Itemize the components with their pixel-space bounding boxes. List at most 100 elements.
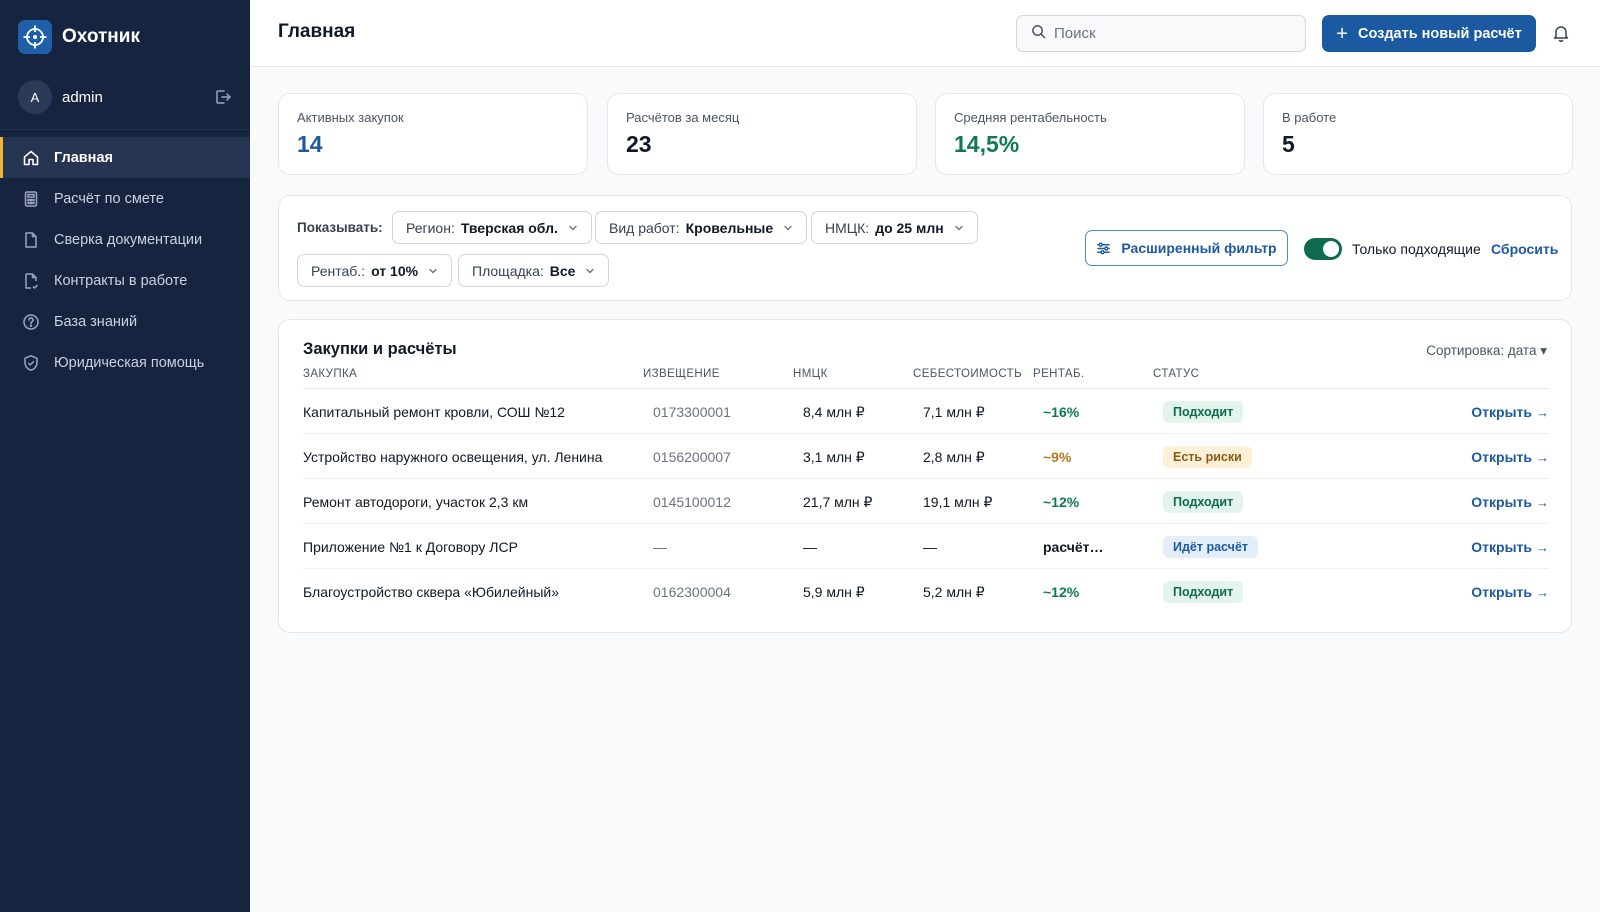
filter-nmck[interactable]: НМЦК: до 25 млн — [811, 211, 978, 244]
filter-work-type[interactable]: Вид работ: Кровельные — [595, 211, 808, 244]
column-header: Закупка — [303, 368, 358, 380]
sidebar-nav: Главная Расчёт по смете Сверка документа… — [0, 137, 250, 383]
search-box[interactable] — [1016, 15, 1306, 52]
home-icon — [22, 149, 40, 167]
table-row[interactable]: Капитальный ремонт кровли, СОШ №12 01733… — [303, 390, 1549, 434]
table-row[interactable]: Устройство наружного освещения, ул. Лени… — [303, 435, 1549, 479]
table-row[interactable]: Приложение №1 к Договору ЛСР — — — расчё… — [303, 525, 1549, 569]
chevron-down-icon — [586, 268, 595, 273]
matching-only-toggle[interactable] — [1304, 238, 1342, 260]
filter-label: Вид работ: — [609, 219, 680, 236]
advanced-filter-button[interactable]: Расширенный фильтр — [1085, 230, 1288, 266]
cost-value: — — [923, 539, 937, 555]
open-link[interactable]: Открыть → — [1471, 404, 1549, 420]
create-calculation-button[interactable]: + Создать новый расчёт — [1322, 15, 1536, 52]
column-header: Извещение — [643, 368, 720, 380]
notice-number: 0162300004 — [653, 584, 731, 600]
sidebar-item-estimate[interactable]: Расчёт по смете — [0, 178, 250, 219]
chevron-down-icon — [784, 225, 792, 230]
column-header: НМЦК — [793, 368, 828, 380]
filter-value: Тверская обл. — [460, 219, 558, 236]
sidebar: Охотник A admin Главная Расчёт по смете — [0, 0, 250, 912]
table-row[interactable]: Ремонт автодороги, участок 2,3 км 014510… — [303, 480, 1549, 524]
status-badge: Есть риски — [1163, 446, 1252, 468]
page-title: Главная — [278, 21, 356, 42]
sliders-icon — [1097, 242, 1111, 254]
status-badge: Подходит — [1163, 581, 1244, 603]
nmck-value: — — [803, 539, 817, 555]
open-link[interactable]: Открыть → — [1471, 539, 1549, 555]
help-circle-icon — [22, 313, 40, 331]
sidebar-item-contracts[interactable]: Контракты в работе — [0, 260, 250, 301]
open-link-label: Открыть — [1471, 539, 1532, 555]
table-row[interactable]: Благоустройство сквера «Юбилейный» 01623… — [303, 570, 1549, 614]
bell-icon[interactable] — [1551, 23, 1571, 43]
shield-check-icon — [22, 354, 40, 372]
notice-number: 0173300001 — [653, 404, 731, 420]
profitability-value: ~9% — [1043, 449, 1072, 465]
sidebar-divider — [0, 129, 250, 130]
profitability-value: ~12% — [1043, 494, 1080, 510]
arrow-right-icon: → — [1536, 450, 1549, 465]
cost-value: 19,1 млн ₽ — [923, 494, 993, 510]
stat-value: 23 — [626, 131, 652, 157]
procurement-name: Капитальный ремонт кровли, СОШ №12 — [303, 404, 565, 420]
filter-label: НМЦК: — [825, 219, 870, 236]
arrow-right-icon: → — [1536, 405, 1549, 420]
arrow-right-icon: → — [1536, 495, 1549, 510]
user-name: admin — [62, 88, 103, 106]
filter-label: Площадка: — [472, 262, 544, 279]
crosshair-logo-icon — [18, 20, 52, 54]
cost-value: 7,1 млн ₽ — [923, 404, 985, 420]
document-icon — [22, 231, 40, 249]
sidebar-item-label: Расчёт по смете — [54, 190, 164, 207]
contract-icon — [22, 272, 40, 290]
arrow-right-icon: → — [1536, 540, 1549, 555]
open-link-label: Открыть — [1471, 449, 1532, 465]
search-icon — [1031, 24, 1046, 44]
sidebar-item-label: Контракты в работе — [54, 272, 188, 289]
sidebar-item-legal-help[interactable]: Юридическая помощь — [0, 342, 250, 383]
reset-filters-link[interactable]: Сбросить — [1491, 241, 1558, 257]
filter-label: Регион: — [406, 219, 455, 236]
procurement-name: Устройство наружного освещения, ул. Лени… — [303, 449, 603, 465]
search-input[interactable] — [1054, 25, 1284, 42]
sidebar-item-docs-check[interactable]: Сверка документации — [0, 219, 250, 260]
table-header: Закупка Извещение НМЦК Себестоимость Рен… — [303, 368, 1549, 389]
sidebar-item-knowledge-base[interactable]: База знаний — [0, 301, 250, 342]
notice-number: 0156200007 — [653, 449, 731, 465]
avatar: A — [18, 80, 52, 114]
profitability-value: ~12% — [1043, 584, 1080, 600]
stat-card-monthly: Расчётов за месяц 23 — [607, 93, 917, 175]
sort-dropdown[interactable]: Сортировка: дата ▾ — [1426, 343, 1547, 359]
sidebar-item-home[interactable]: Главная — [0, 137, 250, 178]
stat-value: 5 — [1282, 131, 1295, 157]
create-calculation-label: Создать новый расчёт — [1357, 25, 1522, 42]
open-link[interactable]: Открыть → — [1471, 494, 1549, 510]
chevron-down-icon — [429, 268, 437, 273]
filter-profitability[interactable]: Рентаб.: от 10% — [297, 254, 453, 287]
filter-platform[interactable]: Площадка: Все — [458, 254, 610, 287]
procurement-name: Благоустройство сквера «Юбилейный» — [303, 584, 560, 600]
stat-card-in-progress: В работе 5 — [1263, 93, 1573, 175]
stat-card-profitability: Средняя рентабельность 14,5% — [935, 93, 1245, 175]
nmck-value: 5,9 млн ₽ — [803, 584, 865, 600]
brand[interactable]: Охотник — [18, 20, 140, 54]
sidebar-item-label: Главная — [54, 149, 113, 166]
logout-icon[interactable] — [214, 88, 232, 106]
cost-value: 2,8 млн ₽ — [923, 449, 985, 465]
filter-region[interactable]: Регион: Тверская обл. — [392, 211, 592, 244]
toggle-knob — [1323, 241, 1339, 257]
filter-value: до 25 млн — [875, 219, 944, 236]
user-profile: A admin — [18, 80, 232, 114]
cost-value: 5,2 млн ₽ — [923, 584, 985, 600]
open-link-label: Открыть — [1471, 404, 1532, 420]
advanced-filter-label: Расширенный фильтр — [1121, 240, 1277, 256]
open-link-label: Открыть — [1471, 494, 1532, 510]
notice-number: — — [653, 539, 667, 555]
calculator-icon — [22, 190, 40, 208]
open-link[interactable]: Открыть → — [1471, 584, 1549, 600]
filter-value: Кровельные — [685, 219, 774, 236]
sidebar-item-label: База знаний — [54, 313, 138, 330]
open-link[interactable]: Открыть → — [1471, 449, 1549, 465]
